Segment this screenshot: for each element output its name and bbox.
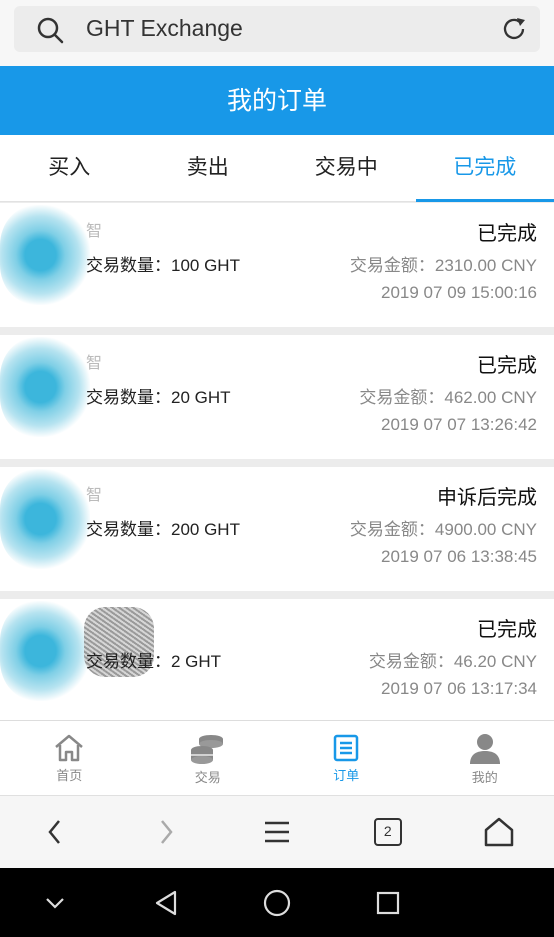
page-title: 我的订单 (0, 66, 554, 135)
tab-buy[interactable]: 买入 (0, 135, 139, 201)
avatar (0, 337, 90, 437)
quantity-label: 交易数量： (86, 652, 171, 671)
trade-quantity: 交易数量：20 GHT (86, 383, 231, 408)
trade-quantity: 交易数量：100 GHT (86, 251, 240, 276)
trade-amount: 交易金额：462.00 CNY (359, 383, 537, 408)
menu-icon (264, 821, 289, 843)
trade-quantity: 交易数量：2 GHT (86, 647, 221, 672)
quantity-label: 交易数量： (86, 256, 171, 275)
system-nav-bar (0, 868, 554, 937)
tab-sell[interactable]: 卖出 (139, 135, 278, 201)
tabs-button[interactable]: 2 (332, 796, 443, 869)
system-back-button[interactable] (111, 868, 222, 937)
back-button[interactable] (0, 796, 111, 869)
user-name: 智 (86, 353, 103, 372)
order-time: 2019 07 06 13:38:45 (381, 547, 537, 566)
home-outline-icon (484, 817, 513, 847)
order-status: 已完成 (477, 617, 537, 641)
system-recents-button[interactable] (332, 868, 443, 937)
order-card[interactable]: 智 已完成 交易数量：100 GHT 交易金额：2310.00 CNY 2019… (0, 203, 554, 327)
tab-completed[interactable]: 已完成 (415, 135, 554, 202)
nav-profile[interactable]: 我的 (416, 721, 554, 795)
trade-amount: 交易金额：46.20 CNY (369, 647, 537, 672)
trade-amount: 交易金额：4900.00 CNY (350, 515, 537, 540)
amount-label: 交易金额： (368, 652, 454, 671)
square-recents-icon (376, 891, 399, 914)
system-collapse-button[interactable] (0, 868, 111, 937)
nav-orders-label: 订单 (333, 769, 360, 784)
nav-profile-label: 我的 (471, 771, 498, 786)
quantity-value: 20 GHT (171, 388, 231, 407)
quantity-value: 200 GHT (171, 520, 240, 539)
user-name: 智 (86, 485, 103, 504)
nav-trade[interactable]: 交易 (139, 721, 278, 795)
refresh-icon[interactable] (500, 15, 528, 43)
quantity-label: 交易数量： (86, 388, 171, 407)
nav-home[interactable]: 首页 (0, 721, 139, 795)
triangle-back-icon (156, 890, 177, 915)
browser-address-bar: GHT Exchange (0, 0, 554, 66)
avatar (0, 469, 90, 569)
chevron-down-icon (46, 897, 65, 909)
amount-label: 交易金额： (359, 388, 445, 407)
browser-home-button[interactable] (443, 796, 554, 869)
order-card[interactable]: 已完成 交易数量：2 GHT 交易金额：46.20 CNY 2019 07 06… (0, 599, 554, 723)
amount-value: 46.20 CNY (453, 652, 537, 671)
search-input[interactable]: GHT Exchange (86, 15, 243, 42)
search-icon (37, 17, 64, 44)
order-list: 智 已完成 交易数量：100 GHT 交易金额：2310.00 CNY 2019… (0, 203, 554, 731)
tab-count: 2 (383, 823, 392, 839)
order-card[interactable]: 智 申诉后完成 交易数量：200 GHT 交易金额：4900.00 CNY 20… (0, 467, 554, 591)
order-status: 申诉后完成 (437, 485, 537, 509)
nav-home-label: 首页 (56, 769, 83, 784)
user-name: 智 (86, 221, 103, 240)
list-icon (334, 734, 359, 762)
nav-orders[interactable]: 订单 (277, 721, 416, 795)
tabs-icon: 2 (373, 818, 402, 846)
order-status: 已完成 (477, 221, 537, 245)
nav-trade-label: 交易 (194, 771, 221, 786)
order-tabs: 买入 卖出 交易中 已完成 (0, 135, 554, 202)
quantity-value: 2 GHT (171, 652, 222, 671)
avatar (0, 601, 90, 701)
user-icon (469, 734, 500, 764)
menu-button[interactable] (222, 796, 333, 869)
order-card[interactable]: 智 已完成 交易数量：20 GHT 交易金额：462.00 CNY 2019 0… (0, 335, 554, 459)
chevron-right-icon (161, 820, 173, 844)
order-time: 2019 07 09 15:00:16 (381, 283, 537, 302)
amount-value: 4900.00 CNY (434, 520, 537, 539)
tab-in-progress[interactable]: 交易中 (277, 135, 416, 201)
quantity-label: 交易数量： (86, 520, 171, 539)
order-status: 已完成 (477, 353, 537, 377)
coins-icon (190, 735, 223, 764)
amount-value: 2310.00 CNY (434, 256, 537, 275)
amount-label: 交易金额： (349, 520, 435, 539)
bottom-nav: 首页 交易 订单 我的 (0, 720, 554, 795)
order-time: 2019 07 06 13:17:34 (381, 679, 537, 698)
quantity-value: 100 GHT (171, 256, 240, 275)
circle-home-icon (263, 889, 291, 916)
browser-toolbar: 2 (0, 795, 554, 868)
trade-amount: 交易金额：2310.00 CNY (350, 251, 537, 276)
forward-button[interactable] (111, 796, 222, 869)
order-time: 2019 07 07 13:26:42 (381, 415, 537, 434)
search-box[interactable]: GHT Exchange (14, 6, 540, 52)
amount-value: 462.00 CNY (444, 388, 537, 407)
system-home-button[interactable] (222, 868, 333, 937)
amount-label: 交易金额： (349, 256, 435, 275)
chevron-left-icon (48, 820, 61, 844)
trade-quantity: 交易数量：200 GHT (86, 515, 240, 540)
home-icon (55, 734, 84, 762)
avatar (0, 205, 90, 305)
